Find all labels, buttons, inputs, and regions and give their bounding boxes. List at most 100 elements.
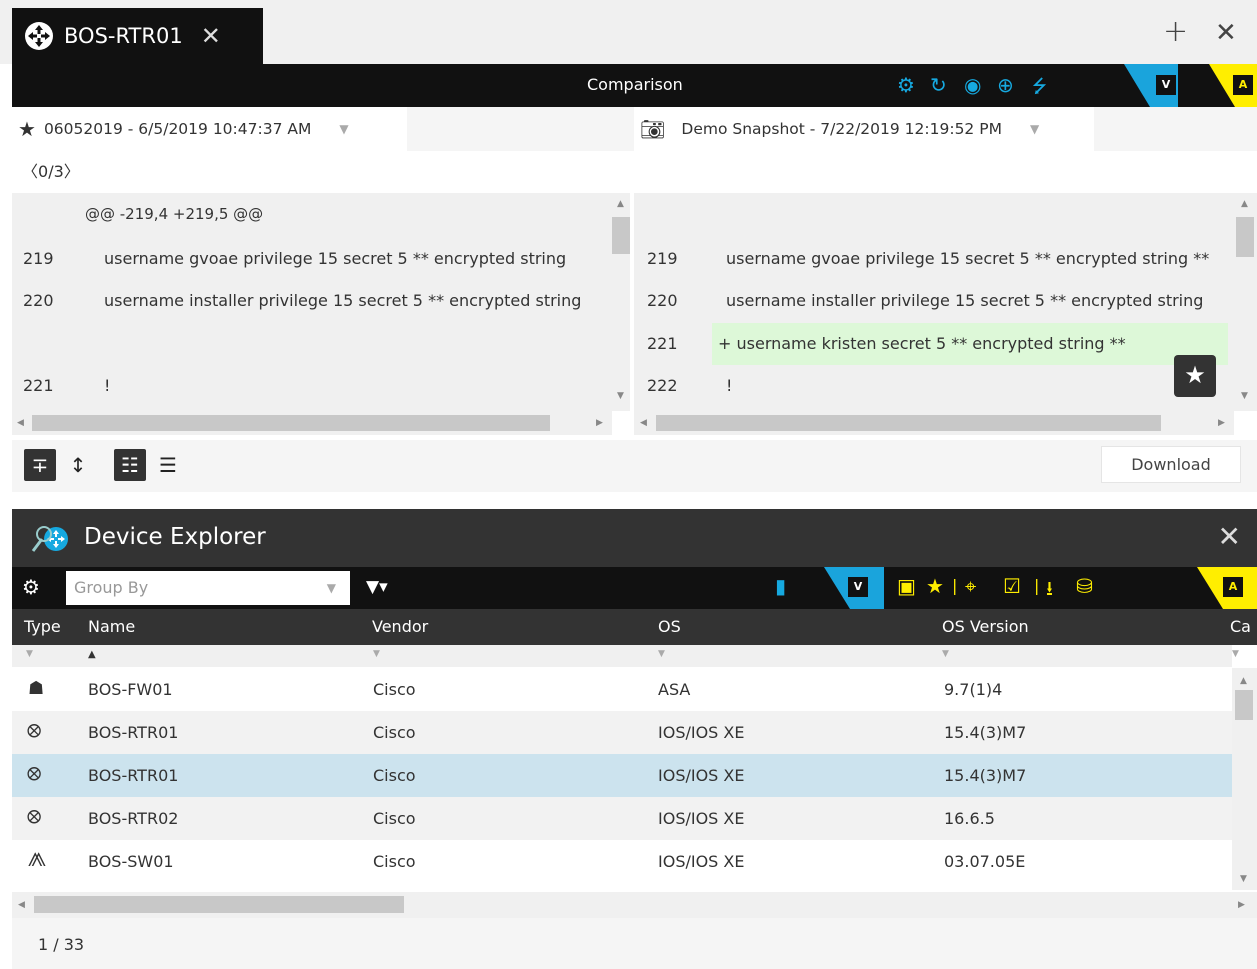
network-icon[interactable]: ⊕ [997,73,1014,97]
left-snapshot-select[interactable]: ★ 06052019 - 6/5/2019 10:47:37 AM ▼ [12,107,407,151]
expand-button[interactable]: ↕ [62,449,94,481]
table-vertical-scrollbar[interactable]: ▲ ▼ [1232,668,1257,890]
router-icon: ⭙ [27,764,42,785]
row-os-version: 15.4(3)M7 [944,723,1027,742]
mode-a-tab[interactable]: A [1209,64,1257,107]
column-type[interactable]: Type [24,617,61,636]
database-icon[interactable]: ⛁ [1076,574,1093,598]
clipboard-icon[interactable]: ▮ [775,574,786,598]
tab-title: BOS-RTR01 [64,24,183,48]
row-name: BOS-SW01 [88,852,174,871]
download-button[interactable]: Download [1101,446,1241,483]
row-name: BOS-FW01 [88,680,173,699]
column-name[interactable]: Name [88,617,135,636]
right-line-number: 219 [647,249,678,268]
table-row[interactable]: ⨇ BOS-SW01 Cisco IOS/IOS XE 03.07.05E [12,840,1232,883]
row-os: ASA [658,680,691,699]
right-line-number: 222 [647,376,678,395]
close-window-button[interactable]: ✕ [1215,18,1237,48]
table-row[interactable]: ⭙ BOS-RTR02 Cisco IOS/IOS XE 16.6.5 [12,797,1232,840]
table-horizontal-scrollbar[interactable]: ◀ ▶ [12,892,1257,918]
star-snapshot-button[interactable]: ★ [1174,355,1216,397]
settings-gear-icon[interactable]: ⚙ [22,575,40,599]
collapse-button[interactable]: ∓ [24,449,56,481]
right-vertical-scrollbar[interactable]: ▲ ▼ [1234,193,1257,411]
prev-diff-button[interactable]: 〈 [22,162,38,181]
device-explorer-title: Device Explorer [84,524,266,550]
mode-a-icon: A [1223,577,1243,597]
filter-chevron-icon[interactable]: ▼ [1232,649,1239,659]
row-vendor: Cisco [373,852,416,871]
star-icon[interactable]: ★ [926,574,944,598]
right-snapshot-select[interactable]: 📷︎ Demo Snapshot - 7/22/2019 12:19:52 PM… [634,107,1094,151]
row-vendor: Cisco [373,766,416,785]
separator-icon: | [1034,576,1040,595]
status-bar: 1 / 33 [12,918,1257,969]
group-by-select[interactable]: Group By ▼ [66,571,350,605]
router-icon: ⭙ [27,721,42,742]
tab-bos-rtr01[interactable]: BOS-RTR01 ✕ [12,8,263,64]
left-vertical-scrollbar[interactable]: ▲ ▼ [612,193,630,411]
chevron-down-icon: ▼ [339,122,349,136]
table-row[interactable]: ⭙ BOS-RTR01 Cisco IOS/IOS XE 15.4(3)M7 [12,711,1232,754]
tab-close-icon[interactable]: ✕ [201,22,221,50]
right-line-text: username gvoae privilege 15 secret 5 ** … [726,249,1210,268]
chevron-down-icon: ▼ [1029,122,1040,136]
row-name: BOS-RTR01 [88,723,179,742]
row-os-version: 16.6.5 [944,809,995,828]
list-icon: ☰ [159,453,177,477]
diff-navigation: 〈0/3〉 [22,158,80,182]
mode-a-icon: A [1233,75,1253,95]
row-os-version: 9.7(1)4 [944,680,1003,699]
restore-icon[interactable]: ↻ [930,73,947,97]
device-search-icon[interactable]: ⌖ [965,574,976,598]
column-os-version[interactable]: OS Version [942,617,1029,636]
router-icon [25,22,53,50]
next-diff-button[interactable]: 〉 [64,162,80,181]
group-by-placeholder: Group By [74,578,149,597]
device-table-header: Type Name Vendor OS OS Version Ca [12,609,1257,645]
comparison-toolbar: Comparison ⚙ ↻ ◉ ⊕ ⭍ V A [12,64,1257,107]
inline-view-button[interactable]: ☰ [152,449,184,481]
camera-icon[interactable]: ▣ [897,574,916,598]
filter-icon[interactable]: ▼▾ [366,577,388,597]
hunk-header-left: @@ -219,4 +219,5 @@ [85,205,264,223]
expand-icon: ↕ [69,453,87,477]
row-os: IOS/IOS XE [658,766,745,785]
column-vendor[interactable]: Vendor [372,617,428,636]
row-name: BOS-RTR01 [88,766,179,785]
collapse-icon: ∓ [31,453,49,477]
left-line-number: 219 [23,249,54,268]
columns-icon: ☷ [121,453,139,477]
table-row-selected[interactable]: ⭙ BOS-RTR01 Cisco IOS/IOS XE 15.4(3)M7 [12,754,1232,797]
new-tab-button[interactable]: + [1163,14,1188,49]
filter-chevron-icon[interactable]: ▼ [942,649,949,659]
right-line-text: username installer privilege 15 secret 5… [726,291,1204,310]
close-icon[interactable]: ✕ [1218,520,1241,553]
left-line-text: username installer privilege 15 secret 5… [104,291,582,310]
right-horizontal-scrollbar[interactable]: ◀ ▶ [634,411,1234,435]
config-icon[interactable]: ⚙ [897,73,915,97]
column-os[interactable]: OS [658,617,681,636]
filter-chevron-icon[interactable]: ▼ [373,649,380,659]
switch-icon: ⨇ [28,850,46,871]
column-filter-row: ▼ ▲ ▼ ▼ ▼ ▼ [12,645,1239,667]
side-by-side-view-button[interactable]: ☷ [114,449,146,481]
eye-icon[interactable]: ◉ [964,73,981,97]
right-snapshot-label: Demo Snapshot - 7/22/2019 12:19:52 PM [681,120,1002,138]
export-icon[interactable]: ⭳ [1046,574,1053,608]
right-line-text: ! [726,376,733,395]
mode-v-tab[interactable]: V [1124,64,1178,107]
left-line-text: username gvoae privilege 15 secret 5 ** … [104,249,567,268]
pulse-icon[interactable]: ⭍ [1032,74,1047,104]
sort-ascending-icon[interactable]: ▲ [88,649,96,660]
filter-chevron-icon[interactable]: ▼ [658,649,665,659]
left-horizontal-scrollbar[interactable]: ◀ ▶ [12,411,612,435]
row-os-version: 15.4(3)M7 [944,766,1027,785]
checklist-icon[interactable]: ☑ [1003,574,1021,598]
filter-chevron-icon[interactable]: ▼ [26,649,33,659]
column-capabilities[interactable]: Ca [1230,617,1251,636]
table-row[interactable]: ☗ BOS-FW01 Cisco ASA 9.7(1)4 [12,668,1232,711]
row-os: IOS/IOS XE [658,809,745,828]
diff-counter: 0/3 [38,162,64,181]
